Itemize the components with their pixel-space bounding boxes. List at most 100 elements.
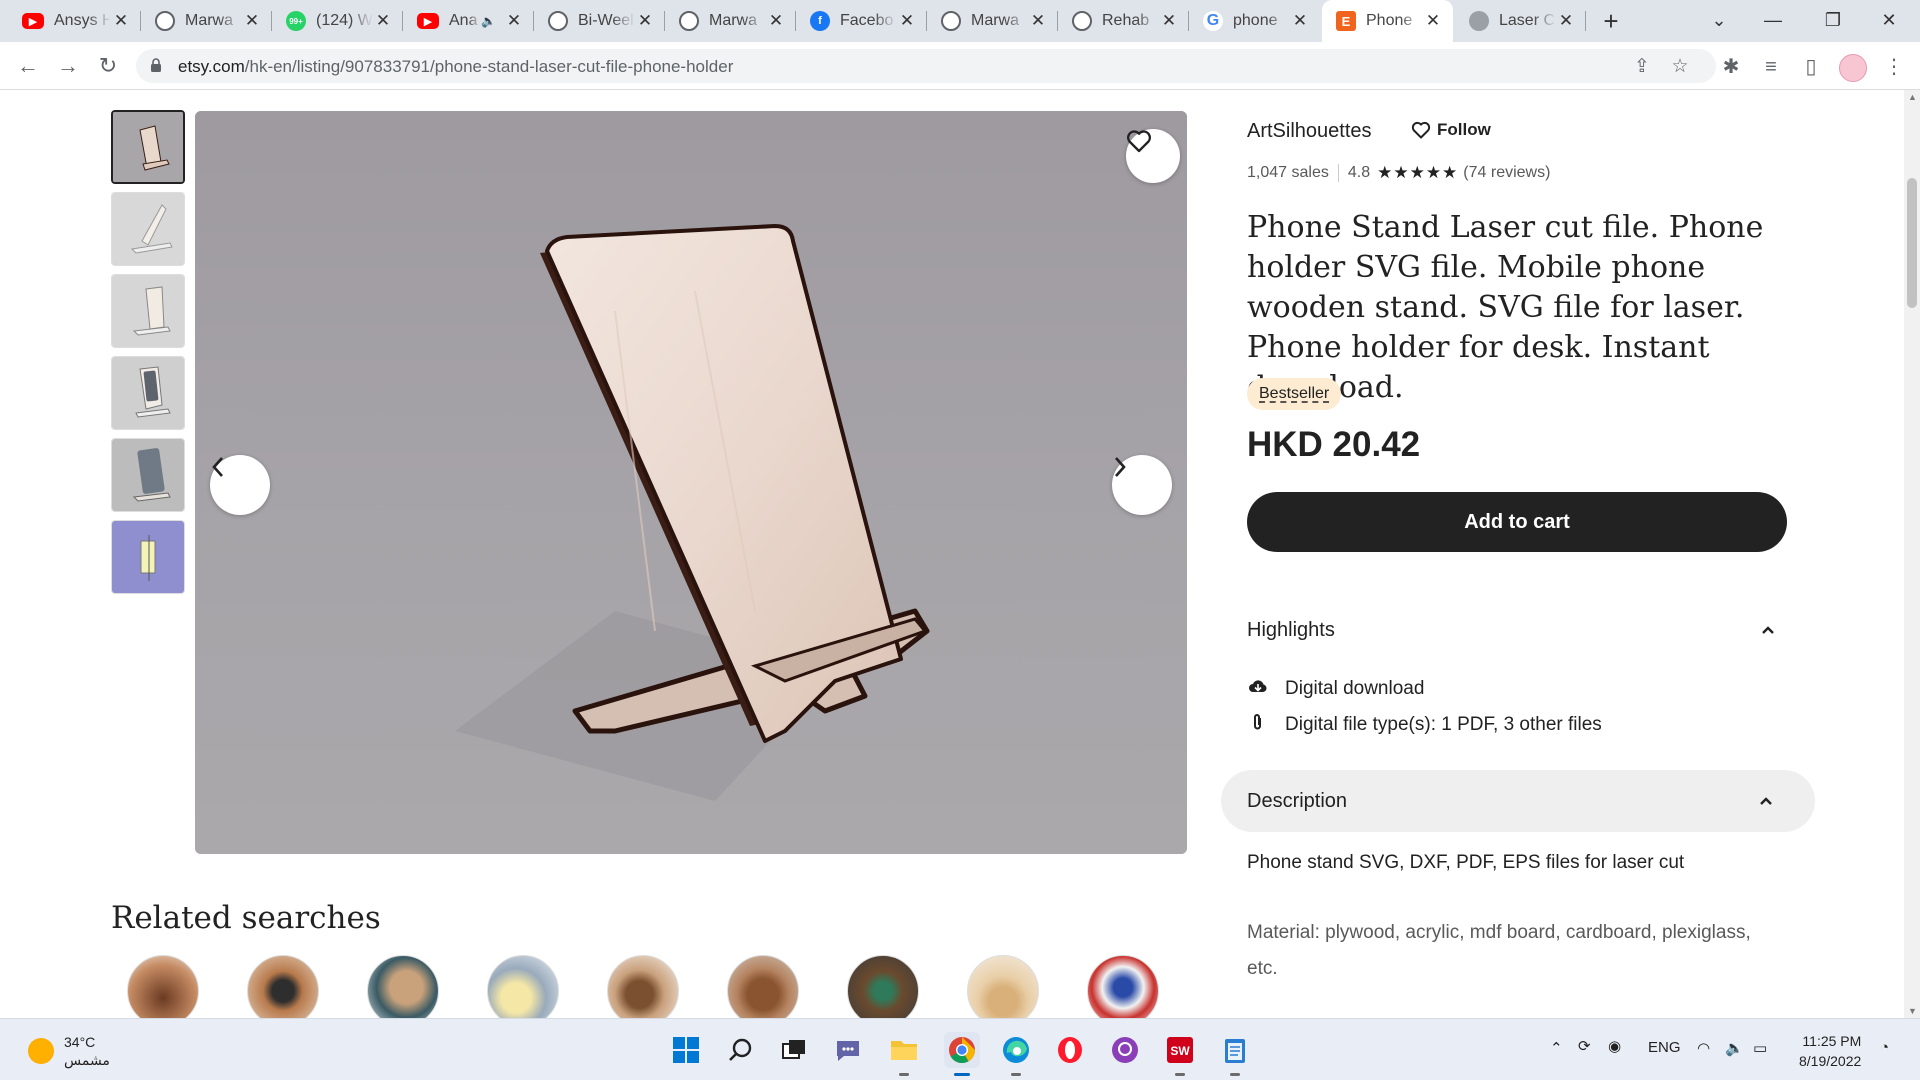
tray-overflow-icon[interactable]: ⌃: [1550, 1039, 1563, 1057]
back-button[interactable]: ←: [12, 50, 44, 82]
menu-kebab-icon[interactable]: ⋮: [1881, 54, 1907, 80]
previous-image-button[interactable]: [210, 455, 270, 515]
tab-facebook[interactable]: f Facebo ✕: [796, 0, 927, 42]
product-main-image[interactable]: [195, 111, 1187, 854]
speaker-icon[interactable]: 🔈: [481, 14, 496, 28]
close-icon[interactable]: ✕: [373, 11, 393, 31]
related-item[interactable]: [967, 955, 1039, 1018]
new-tab-button[interactable]: +: [1596, 6, 1626, 36]
share-icon[interactable]: ⇪: [1630, 55, 1654, 79]
add-to-cart-button[interactable]: Add to cart: [1247, 492, 1787, 552]
start-button[interactable]: [668, 1032, 704, 1068]
thumbnail-4[interactable]: [111, 356, 185, 430]
related-item[interactable]: [127, 955, 199, 1018]
thumbnail-2[interactable]: [111, 192, 185, 266]
tab-whatsapp[interactable]: 99+ (124) W ✕: [272, 0, 403, 42]
sales-count: 1,047 sales: [1247, 164, 1329, 181]
tab-google-phone[interactable]: G phone ✕: [1189, 0, 1320, 42]
notepad-button[interactable]: [1217, 1032, 1253, 1076]
language-indicator[interactable]: ENG: [1648, 1039, 1681, 1056]
tab-ana[interactable]: ▶ Ana 🔈 ✕: [403, 0, 534, 42]
edge-button[interactable]: [998, 1032, 1034, 1076]
media-queue-icon[interactable]: ≡: [1758, 54, 1784, 80]
search-button[interactable]: [722, 1032, 758, 1068]
tab-marwa-3[interactable]: Marwa ✕: [927, 0, 1058, 42]
bestseller-badge[interactable]: Bestseller: [1247, 378, 1342, 410]
related-item[interactable]: [727, 955, 799, 1018]
tab-laser[interactable]: Laser C ✕: [1455, 0, 1586, 42]
tab-strip: ▶ Ansys H ✕ Marwa ✕ 99+ (124) W ✕ ▶ Ana …: [0, 0, 1920, 42]
close-icon[interactable]: ✕: [1423, 11, 1443, 31]
app-tray-icon[interactable]: ◉: [1608, 1037, 1621, 1055]
scroll-down-arrow-icon[interactable]: ▼: [1908, 1006, 1917, 1016]
close-icon[interactable]: ✕: [504, 11, 524, 31]
extensions-puzzle-icon[interactable]: ✱: [1718, 54, 1744, 80]
page-scrollbar[interactable]: ▲ ▼: [1904, 90, 1920, 1018]
address-bar[interactable]: etsy.com/hk-en/listing/907833791/phone-s…: [136, 49, 1716, 83]
tab-rehab[interactable]: Rehab ✕: [1058, 0, 1189, 42]
wifi-icon[interactable]: ◠: [1697, 1039, 1710, 1057]
tab-title: Bi-Weel: [578, 12, 634, 29]
thumbnail-6[interactable]: [111, 520, 185, 594]
close-icon[interactable]: ✕: [1556, 11, 1576, 31]
tab-etsy-phone[interactable]: E Phone ✕: [1322, 0, 1453, 42]
tab-marwa-2[interactable]: Marwa ✕: [665, 0, 796, 42]
solidworks-button[interactable]: SW: [1162, 1032, 1198, 1076]
close-icon[interactable]: ✕: [766, 11, 786, 31]
profile-avatar[interactable]: [1839, 54, 1867, 82]
weather-widget[interactable]: 34°C مشمس: [28, 1033, 110, 1069]
close-icon[interactable]: ✕: [897, 11, 917, 31]
close-icon[interactable]: ✕: [242, 11, 262, 31]
next-image-button[interactable]: [1112, 455, 1172, 515]
close-icon[interactable]: ✕: [635, 11, 655, 31]
thumbnail-5[interactable]: [111, 438, 185, 512]
close-icon[interactable]: ✕: [1028, 11, 1048, 31]
chrome-taskbar-button[interactable]: [944, 1032, 980, 1076]
scrollbar-thumb[interactable]: [1907, 178, 1917, 308]
related-item[interactable]: [607, 955, 679, 1018]
volume-icon[interactable]: 🔈: [1725, 1039, 1744, 1057]
minimize-button[interactable]: —: [1746, 0, 1800, 42]
favorite-heart-button[interactable]: [1126, 129, 1180, 183]
github-icon: [1112, 1037, 1138, 1063]
tab-ansys[interactable]: ▶ Ansys H ✕: [8, 0, 141, 42]
restore-button[interactable]: ❐: [1806, 0, 1860, 42]
highlight-text: Digital download: [1285, 678, 1425, 699]
opera-button[interactable]: [1052, 1032, 1088, 1068]
bookmark-star-icon[interactable]: ☆: [1668, 55, 1692, 79]
shop-name-link[interactable]: ArtSilhouettes: [1247, 120, 1372, 143]
star-rating-icon: ★★★★★: [1377, 163, 1459, 182]
close-icon[interactable]: ✕: [1290, 11, 1310, 31]
chevron-left-icon: [212, 457, 223, 477]
close-icon[interactable]: ✕: [111, 11, 131, 31]
notifications-icon[interactable]: ◔: [1880, 1039, 1889, 1056]
file-explorer-button[interactable]: [886, 1032, 922, 1076]
globe-icon: [155, 11, 175, 31]
close-window-button[interactable]: ✕: [1862, 0, 1916, 42]
review-count-link[interactable]: (74 reviews): [1463, 164, 1550, 182]
related-item[interactable]: [367, 955, 439, 1018]
thumbnail-1[interactable]: [111, 110, 185, 184]
forward-button[interactable]: →: [52, 50, 84, 82]
tab-marwa-1[interactable]: Marwa ✕: [141, 0, 272, 42]
tab-biweekly[interactable]: Bi-Weel ✕: [534, 0, 665, 42]
follow-button[interactable]: Follow: [1411, 120, 1491, 140]
sync-icon[interactable]: ⟳: [1578, 1037, 1591, 1055]
side-panel-icon[interactable]: ▯: [1798, 54, 1824, 80]
scroll-up-arrow-icon[interactable]: ▲: [1908, 92, 1917, 102]
reload-button[interactable]: ↻: [92, 50, 124, 82]
related-item[interactable]: [247, 955, 319, 1018]
description-accordion-header[interactable]: Description: [1221, 770, 1815, 832]
tab-search-button[interactable]: ⌄: [1692, 0, 1746, 42]
close-icon[interactable]: ✕: [1159, 11, 1179, 31]
related-item[interactable]: [847, 955, 919, 1018]
system-clock[interactable]: 11:25 PM 8/19/2022: [1799, 1031, 1861, 1071]
thumbnail-3[interactable]: [111, 274, 185, 348]
teams-chat-button[interactable]: [830, 1032, 866, 1068]
task-view-button[interactable]: [776, 1032, 812, 1068]
github-desktop-button[interactable]: [1107, 1032, 1143, 1068]
battery-icon[interactable]: ▭: [1753, 1039, 1767, 1057]
related-item[interactable]: [487, 955, 559, 1018]
highlights-accordion-header[interactable]: Highlights: [1247, 610, 1787, 650]
related-item[interactable]: [1087, 955, 1159, 1018]
